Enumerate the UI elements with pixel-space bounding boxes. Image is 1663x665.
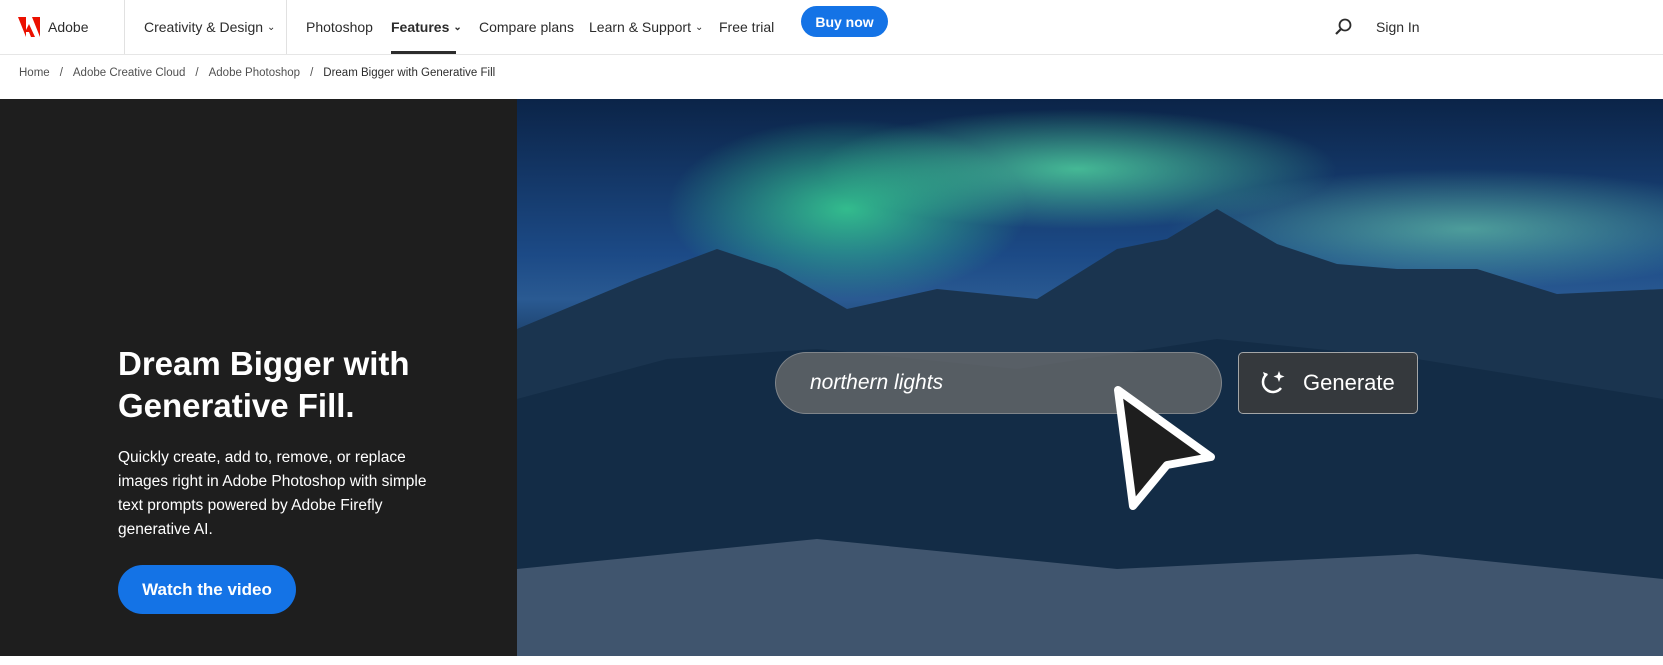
nav-photoshop[interactable]: Photoshop [306,0,373,54]
generative-sparkle-icon [1261,371,1285,394]
chevron-down-icon: ⌄ [453,21,462,33]
nav-label: Learn & Support [589,19,691,35]
nav-free-trial[interactable]: Free trial [719,0,774,54]
nav-label: Features [391,19,450,35]
brand-name: Adobe [48,19,89,35]
separator: / [310,67,314,79]
separator: / [59,67,63,79]
breadcrumb-photoshop[interactable]: Adobe Photoshop [209,67,300,79]
title-line: Dream Bigger with [118,345,410,382]
global-nav: Adobe Creativity & Design ⌄ Photoshop Fea… [0,0,1663,55]
breadcrumb-creative-cloud[interactable]: Adobe Creative Cloud [73,67,186,79]
divider [124,0,125,54]
hero-title: Dream Bigger with Generative Fill. [118,343,410,427]
adobe-logo[interactable]: Adobe [18,0,88,54]
breadcrumb: Home / Adobe Creative Cloud / Adobe Photos… [19,67,495,79]
nav-learn-support[interactable]: Learn & Support ⌄ [589,0,703,54]
breadcrumb-home[interactable]: Home [19,67,50,79]
nav-creativity-design[interactable]: Creativity & Design ⌄ [144,0,275,54]
nav-label: Creativity & Design [144,19,264,35]
active-indicator [391,51,456,54]
divider [286,0,287,54]
hero-description: Quickly create, add to, remove, or repla… [118,449,427,538]
generate-button: Generate [1238,352,1418,414]
watch-video-button[interactable]: Watch the video [118,565,296,614]
chevron-down-icon: ⌄ [267,21,276,33]
adobe-logo-icon [18,17,40,37]
breadcrumb-current: Dream Bigger with Generative Fill [323,67,496,79]
cursor-arrow-icon [1114,386,1215,510]
search-icon[interactable] [1334,0,1352,54]
page-footer-strip [0,656,1663,665]
title-line: Generative Fill. [118,387,355,424]
nav-compare-plans[interactable]: Compare plans [479,0,574,54]
sign-in-link[interactable]: Sign In [1376,0,1420,54]
chevron-down-icon: ⌄ [694,21,704,33]
buy-now-button[interactable]: Buy now [801,6,888,37]
nav-features[interactable]: Features ⌄ [391,0,462,54]
separator: / [195,67,199,79]
generate-label: Generate [1303,370,1395,395]
